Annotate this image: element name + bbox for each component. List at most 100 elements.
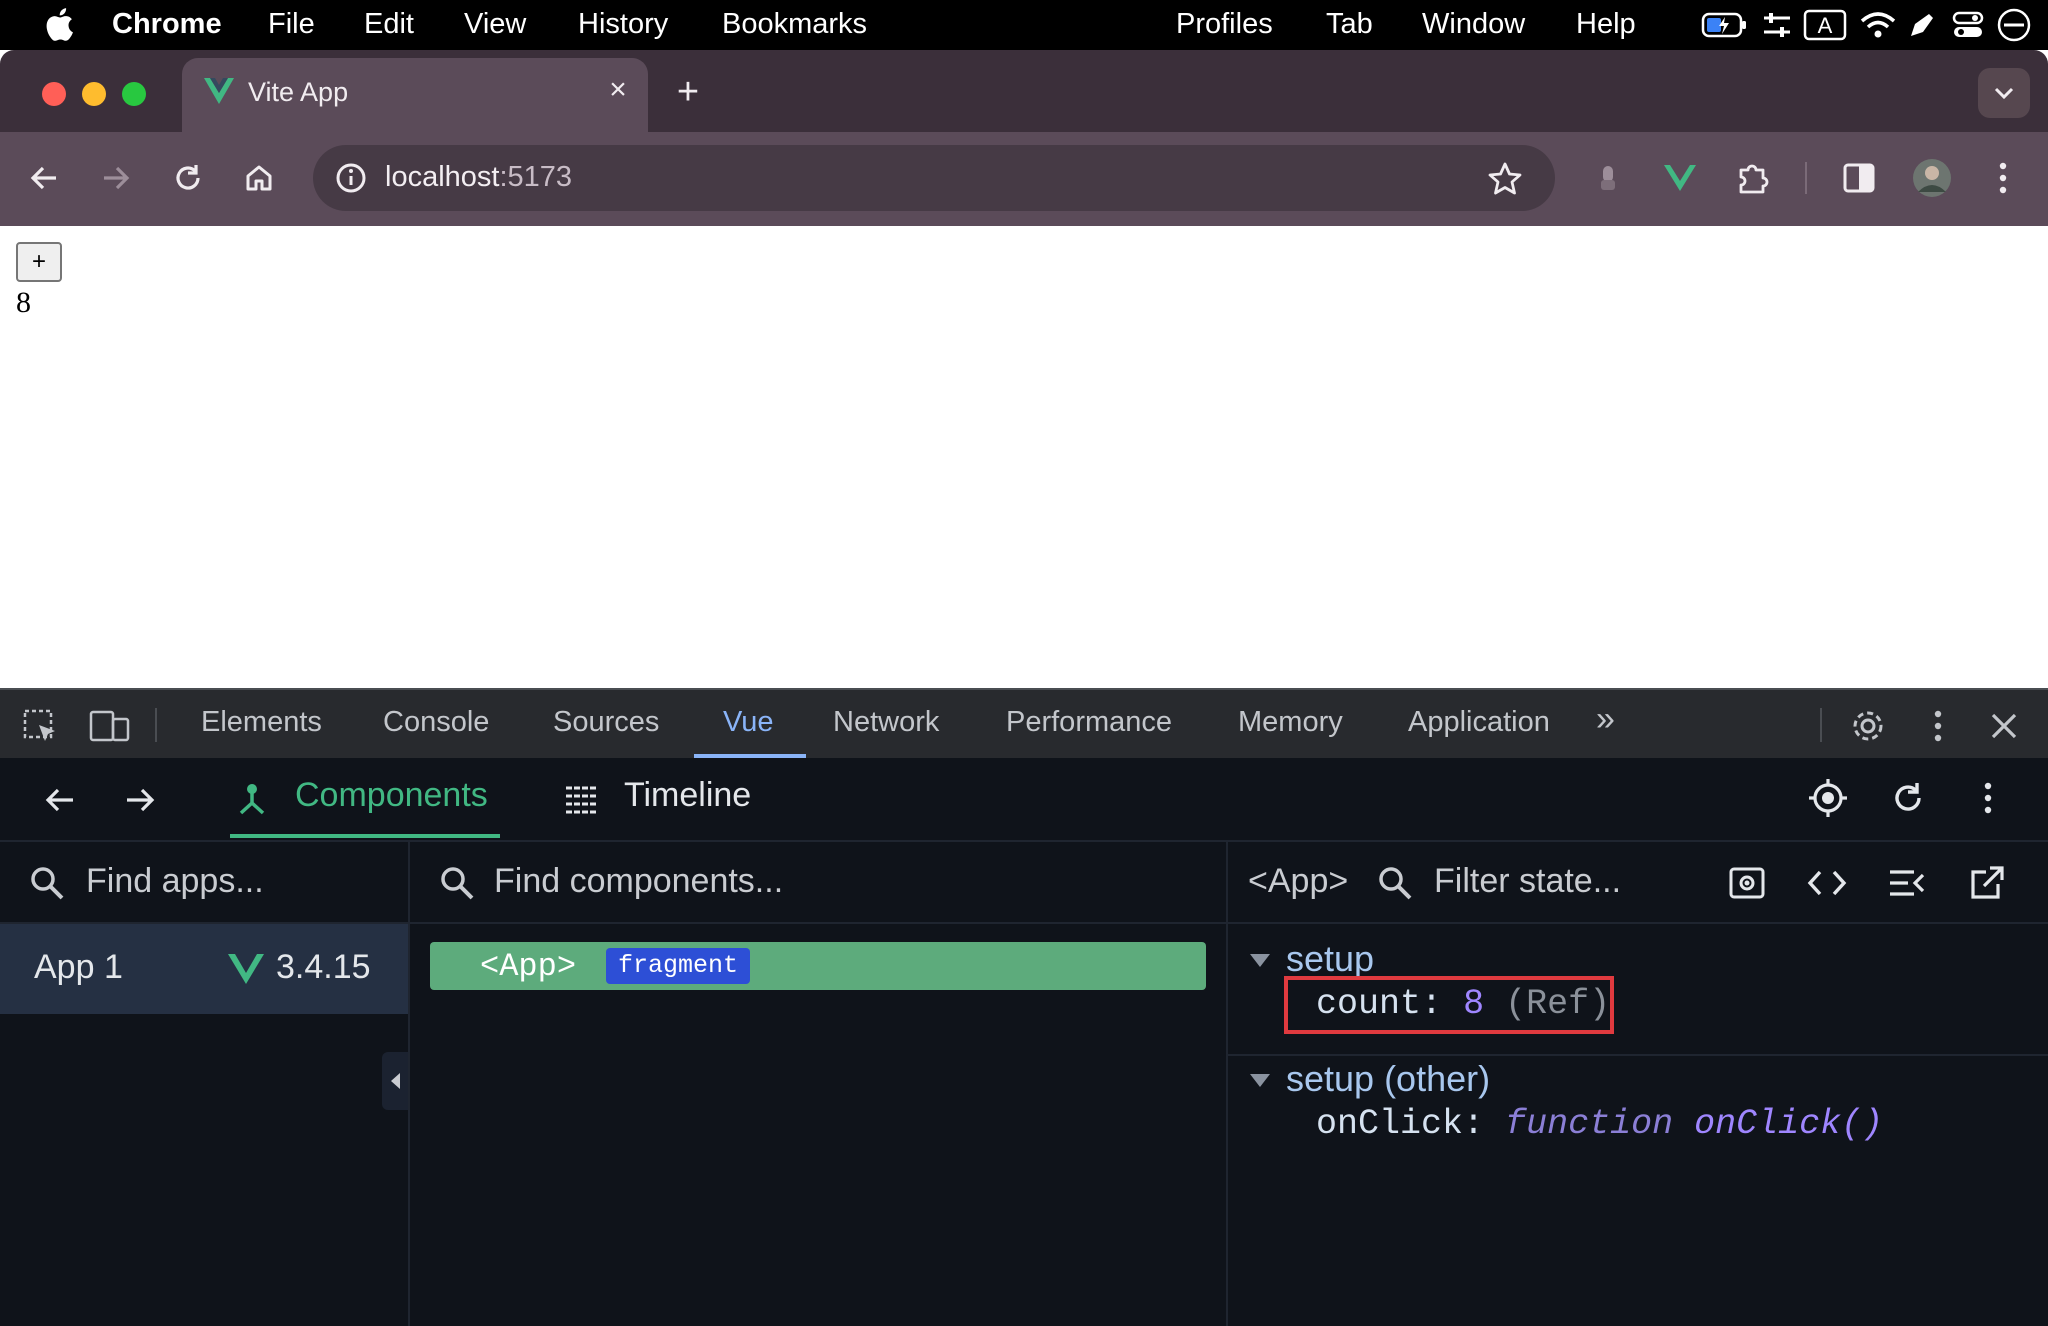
control-center-icon[interactable] xyxy=(1950,9,1986,41)
window-minimize-icon[interactable] xyxy=(82,82,106,106)
pen-icon[interactable] xyxy=(1904,9,1940,41)
new-tab-button[interactable]: + xyxy=(668,72,708,112)
battery-charging-icon[interactable] xyxy=(1700,9,1750,41)
menu-file[interactable]: File xyxy=(268,8,315,41)
setup-other-section-label[interactable]: setup (other) xyxy=(1286,1058,1490,1100)
menu-edit[interactable]: Edit xyxy=(364,8,414,41)
chrome-menu-kebab-icon[interactable] xyxy=(1980,155,2026,201)
state-function-keyword: function xyxy=(1505,1104,1674,1144)
tab-elements[interactable]: Elements xyxy=(201,706,322,739)
menu-window[interactable]: Window xyxy=(1422,8,1525,41)
vue-forward-icon[interactable] xyxy=(118,778,162,822)
search-icon xyxy=(31,867,64,900)
component-tree-node[interactable]: <App> fragment xyxy=(430,942,1206,990)
page-viewport: + 8 xyxy=(0,226,2048,688)
vue-version: 3.4.15 xyxy=(276,948,371,986)
tab-components[interactable]: Components xyxy=(295,776,488,815)
inspect-dom-code-icon[interactable] xyxy=(1804,860,1850,906)
devtools-divider xyxy=(1820,708,1822,742)
collapse-pane-handle[interactable] xyxy=(382,1052,408,1110)
tab-close-icon[interactable]: × xyxy=(600,72,636,108)
tab-application[interactable]: Application xyxy=(1408,706,1550,739)
close-devtools-icon[interactable] xyxy=(1982,704,2026,748)
setup-section-label[interactable]: setup xyxy=(1286,938,1374,980)
app-list-item[interactable]: App 1 3.4.15 xyxy=(0,924,408,1014)
bookmark-star-icon[interactable] xyxy=(1485,159,1525,199)
url-text[interactable]: localhost:5173 xyxy=(385,161,572,194)
extension-mic-icon[interactable] xyxy=(1585,155,1631,201)
state-onclick-row[interactable]: onClick: function onClick() xyxy=(1316,1104,1883,1144)
profile-avatar[interactable] xyxy=(1909,155,1955,201)
tab-sources[interactable]: Sources xyxy=(553,706,659,739)
side-panel-icon[interactable] xyxy=(1836,155,1882,201)
menu-app-chrome[interactable]: Chrome xyxy=(112,8,222,41)
devtools-kebab-icon[interactable] xyxy=(1916,704,1960,748)
focus-icon[interactable] xyxy=(1994,8,2034,42)
menu-tab[interactable]: Tab xyxy=(1326,8,1373,41)
tab-performance[interactable]: Performance xyxy=(1006,706,1172,739)
chevron-down-icon xyxy=(1994,87,2014,100)
address-bar[interactable]: localhost:5173 xyxy=(313,145,1555,211)
menu-history[interactable]: History xyxy=(578,8,668,41)
menu-profiles[interactable]: Profiles xyxy=(1176,8,1273,41)
browser-tab[interactable]: Vite App × xyxy=(182,58,648,132)
inspect-element-icon[interactable] xyxy=(18,704,62,748)
vue-kebab-icon[interactable] xyxy=(1966,776,2010,820)
apple-logo-icon[interactable] xyxy=(44,6,74,42)
site-info-icon[interactable] xyxy=(331,158,371,198)
find-apps-row[interactable]: Find apps... xyxy=(0,842,408,924)
window-zoom-icon[interactable] xyxy=(122,82,146,106)
extensions-puzzle-icon[interactable] xyxy=(1730,155,1776,201)
devtools-divider xyxy=(155,708,157,742)
filter-state-input[interactable]: Filter state... xyxy=(1434,862,1621,901)
menu-view[interactable]: View xyxy=(464,8,526,41)
find-components-input[interactable]: Find components... xyxy=(494,862,783,901)
fragment-badge: fragment xyxy=(606,948,751,984)
expand-setup-caret-icon[interactable] xyxy=(1250,954,1270,967)
select-component-target-icon[interactable] xyxy=(1806,776,1850,820)
forward-arrow-icon[interactable] xyxy=(93,155,139,201)
state-count-row[interactable]: count: 8 (Ref) xyxy=(1316,984,1610,1024)
macos-menu-bar: Chrome File Edit View History Bookmarks … xyxy=(0,0,2048,50)
expand-state-icon[interactable] xyxy=(1884,860,1930,906)
tab-network[interactable]: Network xyxy=(833,706,939,739)
back-arrow-icon[interactable] xyxy=(21,155,67,201)
scroll-to-component-icon[interactable] xyxy=(1724,860,1770,906)
find-apps-input[interactable]: Find apps... xyxy=(86,862,264,901)
state-value-count[interactable]: 8 xyxy=(1463,984,1484,1024)
settings-gear-icon[interactable] xyxy=(1846,704,1890,748)
state-colon: : xyxy=(1463,1104,1485,1144)
control-sliders-icon[interactable] xyxy=(1758,9,1796,41)
menu-bookmarks[interactable]: Bookmarks xyxy=(722,8,867,41)
expand-setup-other-caret-icon[interactable] xyxy=(1250,1074,1270,1087)
state-inspector-header: <App> Filter state... xyxy=(1228,842,2048,924)
tab-console[interactable]: Console xyxy=(383,706,489,739)
refresh-icon[interactable] xyxy=(1886,776,1930,820)
vue-devtools-extension-icon[interactable] xyxy=(1657,155,1703,201)
vue-logo-icon xyxy=(204,78,234,104)
wifi-icon[interactable] xyxy=(1858,9,1898,41)
component-tree-pane: Find components... <App> fragment xyxy=(410,842,1228,1326)
reload-icon[interactable] xyxy=(165,155,211,201)
components-tab-underline xyxy=(230,834,500,838)
open-in-editor-icon[interactable] xyxy=(1964,860,2010,906)
tab-memory[interactable]: Memory xyxy=(1238,706,1343,739)
find-components-row[interactable]: Find components... xyxy=(410,842,1226,924)
tab-search-button[interactable] xyxy=(1978,68,2030,118)
device-toolbar-icon[interactable] xyxy=(88,704,132,748)
more-tabs-icon[interactable]: » xyxy=(1596,700,1615,739)
increment-button[interactable]: + xyxy=(16,242,62,282)
home-icon[interactable] xyxy=(236,155,282,201)
input-source-icon[interactable]: A xyxy=(1802,9,1848,41)
tab-vue[interactable]: Vue xyxy=(723,706,774,739)
component-tag: <App> xyxy=(480,948,577,985)
window-close-icon[interactable] xyxy=(42,82,66,106)
selected-component-name: <App> xyxy=(1248,862,1349,900)
menu-help[interactable]: Help xyxy=(1576,8,1636,41)
vue-back-icon[interactable] xyxy=(38,778,82,822)
components-tree-icon xyxy=(230,778,274,822)
tab-timeline[interactable]: Timeline xyxy=(624,776,751,815)
vue-devtools-toolbar: Components Timeline xyxy=(0,758,2048,842)
caret-left-icon xyxy=(391,1073,400,1089)
state-key-count: count xyxy=(1316,984,1422,1024)
